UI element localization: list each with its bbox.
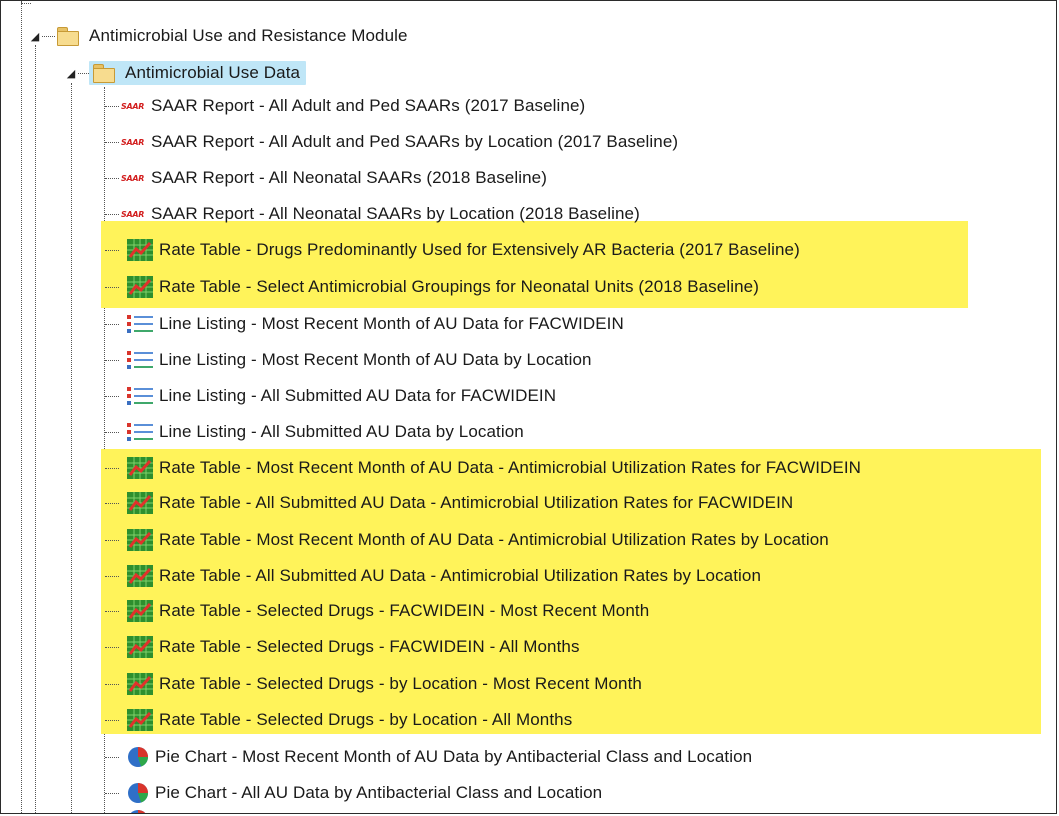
rate-table-icon (127, 600, 153, 622)
tree-connector (105, 684, 119, 685)
tree-connector (105, 432, 119, 433)
tree-leaf[interactable]: Rate Table - All Submitted AU Data - Ant… (127, 485, 793, 521)
rate-table-icon (127, 457, 153, 479)
tree-leaf[interactable]: Rate Table - All Submitted AU Data - Ant… (127, 558, 761, 594)
tree-leaf[interactable]: Rate Table - Selected Drugs - by Locatio… (127, 666, 642, 702)
rate-table-icon (127, 239, 153, 261)
line-listing-icon (127, 387, 153, 405)
tree-leaf-label: Rate Table - Selected Drugs - by Locatio… (159, 710, 573, 729)
tree-leaf-label: Rate Table - Selected Drugs - FACWIDEIN … (159, 601, 650, 620)
tree-leaf[interactable]: SAAR SAAR Report - All Neonatal SAARs by… (121, 196, 640, 232)
tree-leaf-label: Rate Table - Most Recent Month of AU Dat… (159, 530, 829, 549)
tree-leaf-label: Line Listing - All Submitted AU Data by … (159, 422, 524, 441)
tree-connector (105, 611, 119, 612)
collapse-toggle[interactable]: ◢ (28, 29, 42, 43)
tree-leaf[interactable]: Line Listing - Most Recent Month of AU D… (127, 306, 624, 342)
tree-leaf[interactable]: SAAR SAAR Report - All Adult and Ped SAA… (121, 88, 585, 124)
folder-icon (57, 27, 79, 46)
tree-leaf[interactable]: Rate Table - Drugs Predominantly Used fo… (127, 232, 800, 268)
tree-leaf-label: SAAR Report - All Adult and Ped SAARs by… (151, 132, 679, 151)
tree-connector (105, 576, 119, 577)
tree-leaf[interactable]: Rate Table - Selected Drugs - FACWIDEIN … (127, 593, 649, 629)
tree-leaf-label: Rate Table - Select Antimicrobial Groupi… (159, 277, 759, 296)
rate-table-icon (127, 709, 153, 731)
tree-leaf-label: SAAR Report - All Neonatal SAARs by Loca… (151, 204, 640, 223)
tree-leaf-label: Pie Chart - Most Recent Month of AU Data… (155, 747, 753, 766)
tree-connector (105, 720, 119, 721)
rate-table-icon (127, 565, 153, 587)
tree-leaf-label: Line Listing - Most Recent Month of AU D… (159, 350, 592, 369)
tree-node-label: Antimicrobial Use and Resistance Module (89, 26, 408, 45)
tree-guide-line (35, 45, 36, 813)
tree-connector (105, 757, 119, 758)
tree-leaf-label: Rate Table - Drugs Predominantly Used fo… (159, 240, 800, 259)
tree-leaf-label: Pie Chart - All AU Data by Antibacterial… (155, 783, 603, 802)
tree-connector (105, 214, 119, 215)
collapse-toggle[interactable]: ◢ (64, 66, 78, 80)
tree-leaf[interactable]: Pie Chart - Most Recent Month of AU Data… (127, 739, 752, 775)
tree-node-label: Antimicrobial Use Data (125, 63, 301, 82)
folder-icon (93, 64, 115, 83)
saar-icon: SAAR (121, 209, 145, 219)
tree-connector (105, 287, 119, 288)
rate-table-icon (127, 673, 153, 695)
tree-connector (105, 142, 119, 143)
pie-chart-icon (130, 810, 146, 813)
tree-connector (21, 3, 31, 4)
tree-leaf[interactable]: Rate Table - Select Antimicrobial Groupi… (127, 269, 759, 305)
saar-icon: SAAR (121, 137, 145, 147)
tree-leaf[interactable]: Rate Table - Most Recent Month of AU Dat… (127, 450, 861, 486)
tree-connector (105, 468, 119, 469)
line-listing-icon (127, 315, 153, 333)
tree-leaf-label: Line Listing - Most Recent Month of AU D… (159, 314, 624, 333)
tree-leaf-label: Rate Table - Most Recent Month of AU Dat… (159, 458, 862, 477)
tree-leaf[interactable]: Rate Table - Selected Drugs - by Locatio… (127, 702, 572, 738)
tree-leaf-label: Rate Table - Selected Drugs - FACWIDEIN … (159, 637, 580, 656)
tree-connector (105, 324, 119, 325)
line-listing-icon (127, 423, 153, 441)
tree-connector (105, 178, 119, 179)
tree-leaf-label: SAAR Report - All Neonatal SAARs (2018 B… (151, 168, 547, 187)
tree-leaf[interactable]: Line Listing - Most Recent Month of AU D… (127, 342, 592, 378)
tree-connector (105, 106, 119, 107)
tree-node-folder[interactable]: Antimicrobial Use Data (89, 55, 307, 91)
tree-connector (105, 647, 119, 648)
saar-icon: SAAR (121, 173, 145, 183)
tree-leaf-label: Rate Table - All Submitted AU Data - Ant… (159, 566, 762, 585)
tree-connector (105, 540, 119, 541)
tree-leaf[interactable]: Line Listing - All Submitted AU Data for… (127, 378, 556, 414)
tree-guide-line (21, 1, 22, 813)
tree-guide-line (71, 83, 72, 813)
tree-connector (105, 396, 119, 397)
saar-icon: SAAR (121, 101, 145, 111)
tree-leaf-label: SAAR Report - All Adult and Ped SAARs (2… (151, 96, 586, 115)
tree-connector (105, 503, 119, 504)
tree-leaf-label: Rate Table - All Submitted AU Data - Ant… (159, 493, 794, 512)
tree-leaf[interactable]: Rate Table - Most Recent Month of AU Dat… (127, 522, 829, 558)
report-tree-panel: ◢ Antimicrobial Use and Resistance Modul… (0, 0, 1057, 814)
rate-table-icon (127, 636, 153, 658)
tree-connector (105, 793, 119, 794)
tree-leaf-label: Line Listing - All Submitted AU Data for… (159, 386, 557, 405)
tree-connector (105, 250, 119, 251)
tree-leaf[interactable]: Pie Chart - All AU Data by Antibacterial… (127, 775, 602, 811)
rate-table-icon (127, 276, 153, 298)
line-listing-icon (127, 351, 153, 369)
tree-leaf[interactable]: Line Listing - All Submitted AU Data by … (127, 414, 524, 450)
tree-leaf[interactable]: SAAR SAAR Report - All Neonatal SAARs (2… (121, 160, 547, 196)
tree-leaf[interactable]: Rate Table - Selected Drugs - FACWIDEIN … (127, 629, 580, 665)
pie-chart-icon (128, 783, 148, 803)
rate-table-icon (127, 529, 153, 551)
tree-leaf[interactable]: SAAR SAAR Report - All Adult and Ped SAA… (121, 124, 678, 160)
tree-leaf-label: Rate Table - Selected Drugs - by Locatio… (159, 674, 642, 693)
tree-connector (105, 360, 119, 361)
pie-chart-icon (128, 747, 148, 767)
rate-table-icon (127, 492, 153, 514)
tree-node-module[interactable]: Antimicrobial Use and Resistance Module (57, 18, 408, 54)
